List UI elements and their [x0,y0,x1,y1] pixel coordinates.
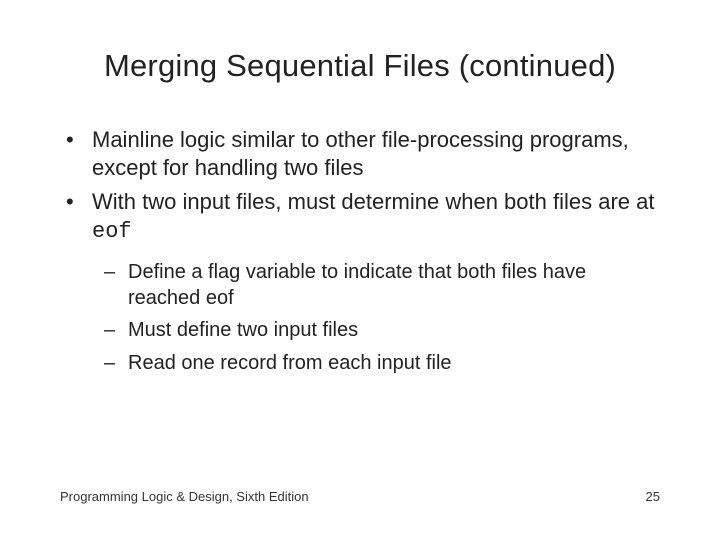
bullet-item: Mainline logic similar to other file-pro… [60,126,660,182]
bullet-text: With two input files, must determine whe… [92,189,654,214]
sub-bullet-item: Define a flag variable to indicate that … [100,259,660,312]
page-number: 25 [646,489,660,504]
slide: Merging Sequential Files (continued) Mai… [0,0,720,540]
sub-bullet-item: Read one record from each input file [100,350,660,376]
footer-source: Programming Logic & Design, Sixth Editio… [60,489,309,504]
sub-bullet-item: Must define two input files [100,317,660,343]
footer: Programming Logic & Design, Sixth Editio… [60,489,660,504]
bullet-item: With two input files, must determine whe… [60,188,660,376]
slide-title: Merging Sequential Files (continued) [60,48,660,84]
code-text: eof [92,219,132,244]
bullet-list: Mainline logic similar to other file-pro… [60,126,660,376]
sub-bullet-list: Define a flag variable to indicate that … [100,259,660,377]
bullet-text: Mainline logic similar to other file-pro… [92,127,629,180]
